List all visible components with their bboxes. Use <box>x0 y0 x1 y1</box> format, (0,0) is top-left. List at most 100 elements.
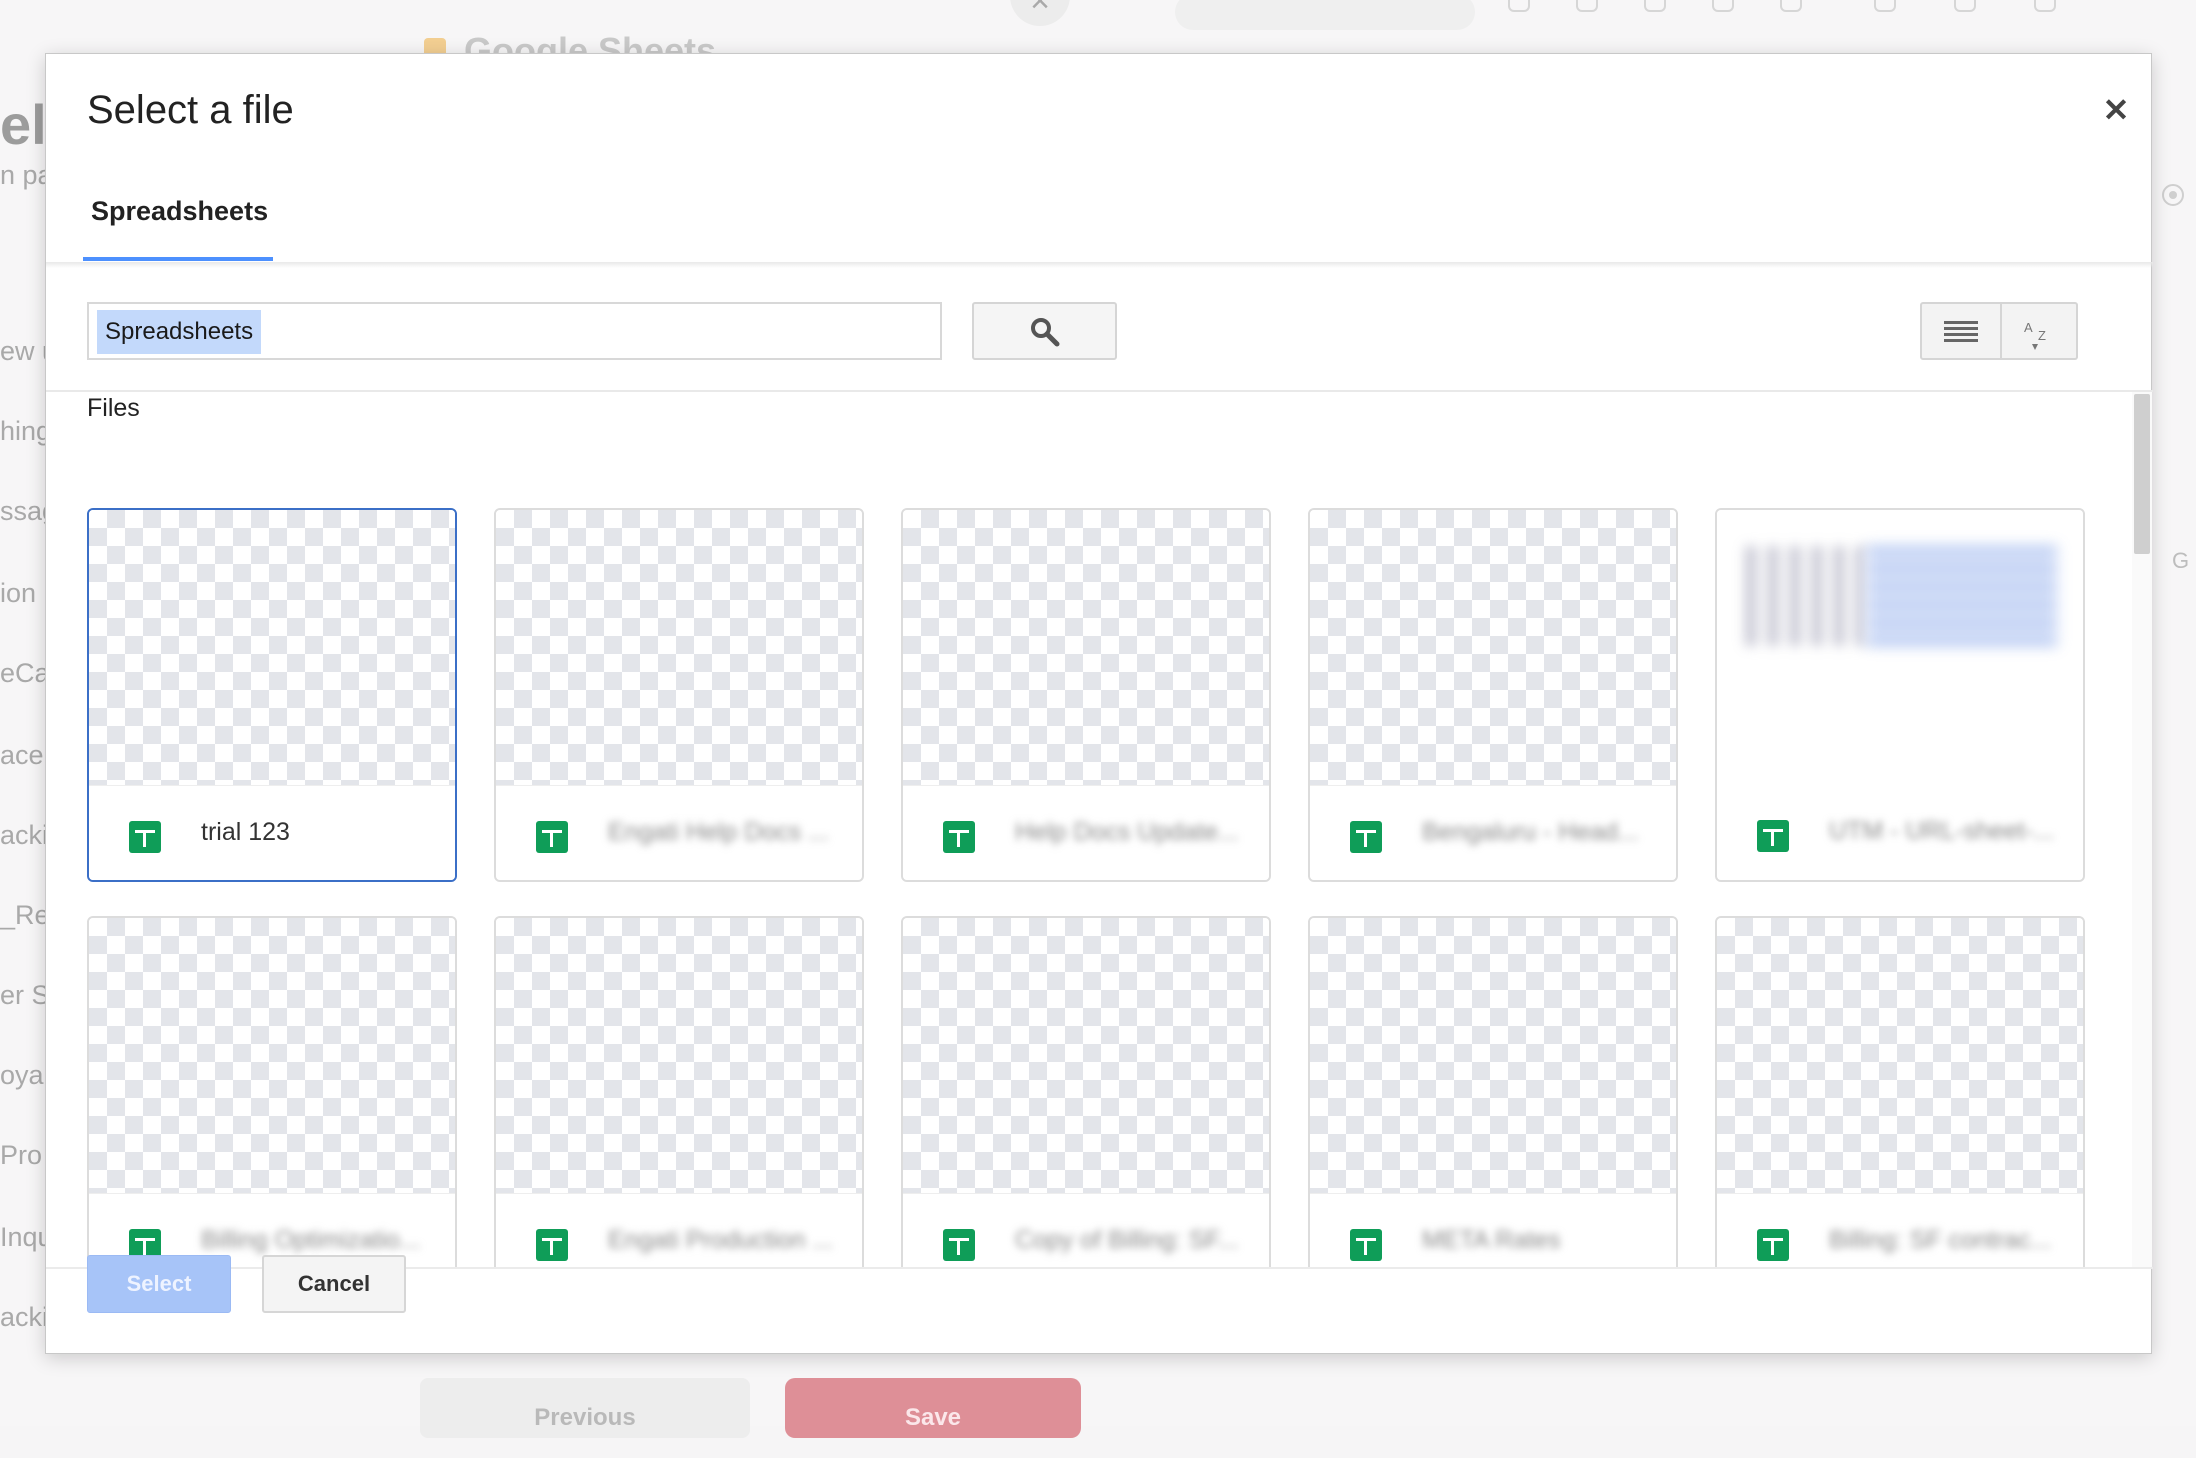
file-name: META Rates <box>1422 1226 1561 1254</box>
svg-text:Z: Z <box>2038 328 2046 343</box>
list-view-button[interactable] <box>1920 302 2002 360</box>
file-tile-footer: Billing: SF contrac... <box>1717 1193 2083 1267</box>
google-sheets-icon <box>536 1229 568 1261</box>
background-previous-button: Previous <box>420 1378 750 1438</box>
file-thumbnail-preview <box>1717 510 2083 785</box>
background-save-button: Save <box>785 1378 1081 1438</box>
sort-az-icon: A Z <box>2024 320 2046 350</box>
google-sheets-icon <box>1350 821 1382 853</box>
background-tool-icon <box>1954 0 1976 12</box>
file-name: UTM - URL-sheet-... <box>1829 817 2055 845</box>
file-tile-footer: Help Docs Update... <box>903 785 1269 880</box>
background-sidebar-item: Inqu <box>0 1222 46 1252</box>
file-name: Billing Optimizatio... <box>201 1226 421 1254</box>
google-sheets-icon <box>1350 1229 1382 1261</box>
background-sidebar-item: _Rep <box>0 900 46 930</box>
select-button[interactable]: Select <box>87 1255 231 1313</box>
background-search-pill <box>1175 0 1475 30</box>
file-tile[interactable]: META Rates <box>1308 916 1678 1267</box>
active-tab-indicator <box>83 257 273 261</box>
background-sidebar-item: acki <box>0 1302 46 1332</box>
background-sidebar-item: acer <box>0 740 46 770</box>
file-thumbnail <box>1310 918 1676 1193</box>
svg-text:A: A <box>2024 320 2033 335</box>
search-icon <box>1031 318 1060 347</box>
background-close-icon: × <box>1010 0 1070 26</box>
file-tile[interactable]: UTM - URL-sheet-... <box>1715 508 2085 882</box>
file-thumbnail <box>903 510 1269 785</box>
background-tool-icon <box>1508 0 1530 12</box>
background-tool-icon <box>2034 0 2056 12</box>
background-tool-icon <box>1712 0 1734 12</box>
file-tile-footer: Engati Production ... <box>496 1193 862 1267</box>
background-sidebar-heading: el <box>0 93 46 156</box>
file-name: trial 123 <box>201 818 290 846</box>
background-sidebar-item: eCa <box>0 658 46 688</box>
background-sidebar-item: oya <box>0 1060 44 1090</box>
cancel-button[interactable]: Cancel <box>262 1255 406 1313</box>
files-section-label: Files <box>87 394 140 422</box>
google-sheets-icon <box>1757 820 1789 852</box>
preview-blur <box>1745 546 1865 646</box>
tabs-divider <box>46 262 2153 268</box>
file-tile-footer: Copy of Billing: SF... <box>903 1193 1269 1267</box>
dialog-title: Select a file <box>87 88 294 132</box>
search-input-value: Spreadsheets <box>97 310 262 354</box>
background-tool-icon <box>1576 0 1598 12</box>
file-tile[interactable]: Billing Optimizatio... <box>87 916 457 1267</box>
file-tile[interactable]: Engati Production ... <box>494 916 864 1267</box>
file-name: Billing: SF contrac... <box>1829 1226 2052 1254</box>
file-thumbnail <box>1717 918 2083 1193</box>
file-thumbnail <box>496 510 862 785</box>
file-name: Bengaluru - Head... <box>1422 818 1639 846</box>
select-file-dialog: Select a file ✕ Spreadsheets Spreadsheet… <box>45 53 2153 1354</box>
background-sidebar-item: n pa <box>0 160 46 190</box>
file-tile-selected[interactable]: trial 123 <box>87 508 457 882</box>
file-tile-footer: Bengaluru - Head... <box>1310 785 1676 880</box>
file-tile[interactable]: Help Docs Update... <box>901 508 1271 882</box>
google-sheets-icon <box>1757 1229 1789 1261</box>
background-right-label: G <box>2172 548 2190 573</box>
file-tile[interactable]: Billing: SF contrac... <box>1715 916 2085 1267</box>
file-name: Engati Production ... <box>608 1226 834 1254</box>
google-sheets-icon <box>536 821 568 853</box>
background-sidebar-item: er Su <box>0 980 46 1010</box>
file-tile-footer: trial 123 <box>89 785 455 880</box>
search-input[interactable]: Spreadsheets <box>87 302 942 360</box>
file-thumbnail <box>89 510 455 785</box>
tab-spreadsheets[interactable]: Spreadsheets <box>83 192 276 246</box>
tab-label: Spreadsheets <box>91 196 269 226</box>
file-tile-footer: META Rates <box>1310 1193 1676 1267</box>
preview-blur <box>1867 546 2057 646</box>
file-grid[interactable]: Files trial 123 Engati Help Docs ... Hel… <box>46 392 2153 1267</box>
background-radio-icon <box>2162 184 2184 206</box>
background-sidebar-item: hing <box>0 416 46 446</box>
background-tool-icon <box>1780 0 1802 12</box>
file-thumbnail <box>1310 510 1676 785</box>
file-tile[interactable]: Engati Help Docs ... <box>494 508 864 882</box>
background-tool-icon <box>1644 0 1666 12</box>
file-thumbnail <box>89 918 455 1193</box>
sort-button[interactable]: A Z <box>2002 302 2078 360</box>
file-tile[interactable]: Copy of Billing: SF... <box>901 916 1271 1267</box>
file-thumbnail <box>496 918 862 1193</box>
close-icon[interactable]: ✕ <box>2098 92 2134 128</box>
scrollbar-thumb[interactable] <box>2134 394 2150 554</box>
background-tool-icon <box>1874 0 1896 12</box>
file-name: Copy of Billing: SF... <box>1015 1226 1239 1254</box>
background-sidebar-item: ew u <box>0 336 46 366</box>
background-sidebar-item: acki <box>0 820 46 850</box>
background-sidebar-item: ssag <box>0 496 46 526</box>
file-tile[interactable]: Bengaluru - Head... <box>1308 508 1678 882</box>
background-topbar: × <box>0 0 2196 36</box>
google-sheets-icon <box>129 821 161 853</box>
file-tile-footer: Engati Help Docs ... <box>496 785 862 880</box>
google-sheets-icon <box>943 1229 975 1261</box>
file-thumbnail <box>903 918 1269 1193</box>
background-sidebar-item: Pro <box>0 1140 43 1170</box>
file-name: Help Docs Update... <box>1015 818 1239 846</box>
file-name: Engati Help Docs ... <box>608 818 829 846</box>
search-button[interactable] <box>972 302 1117 360</box>
google-sheets-icon <box>943 821 975 853</box>
background-sidebar-item: ion <box>0 578 37 608</box>
